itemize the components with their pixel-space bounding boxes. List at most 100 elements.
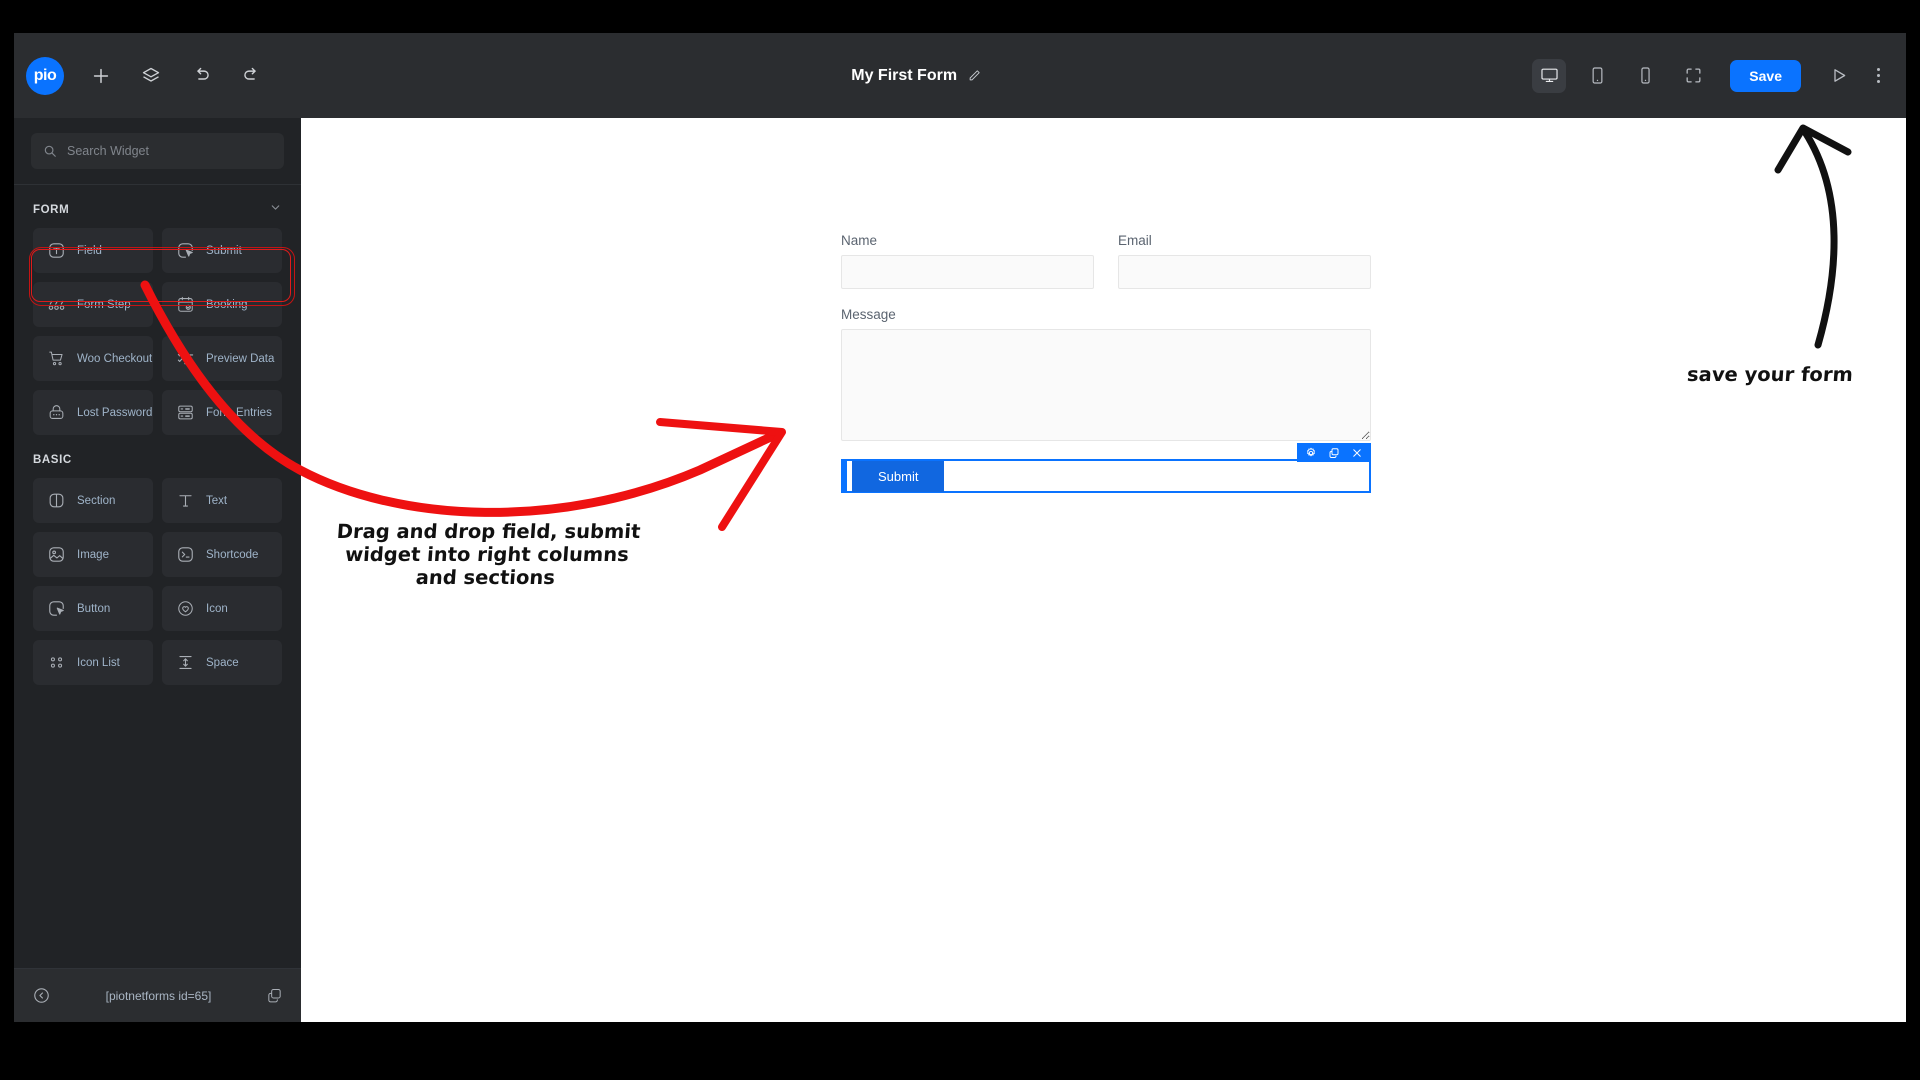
fullscreen-view-button[interactable] — [1676, 59, 1710, 93]
layers-icon[interactable] — [138, 63, 164, 89]
widget-woo-checkout[interactable]: Woo Checkout — [33, 336, 153, 381]
mobile-view-button[interactable] — [1628, 59, 1662, 93]
preview-play-icon[interactable] — [1821, 59, 1855, 93]
name-input[interactable] — [841, 255, 1094, 289]
icon-list-icon — [47, 653, 66, 672]
more-options-icon[interactable] — [1869, 68, 1888, 83]
app-window: pio My First Form Save Search Widget FOR… — [14, 33, 1906, 1022]
space-icon — [176, 653, 195, 672]
email-label: Email — [1118, 233, 1152, 248]
widget-text[interactable]: Text — [162, 478, 282, 523]
widget-icon-list[interactable]: Icon List — [33, 640, 153, 685]
widget-list: FORM Field Submit Form Step Booking Woo … — [14, 185, 301, 968]
form-spacer — [841, 289, 1371, 307]
form-canvas[interactable]: Name Email Message Submit — [301, 118, 1906, 1022]
category-header-form[interactable]: FORM — [14, 185, 301, 228]
widget-icon[interactable]: Icon — [162, 586, 282, 631]
text-icon — [176, 491, 195, 510]
toolbar-left-group: pio — [14, 56, 301, 95]
chevron-down-icon[interactable] — [269, 451, 282, 469]
element-toolbar — [1297, 443, 1371, 462]
form-shortcode: [piotnetforms id=65] — [105, 988, 212, 1003]
form-title-group: My First Form — [301, 67, 1532, 85]
submit-widget-selected[interactable]: Submit — [841, 443, 1371, 493]
button-cursor-icon — [47, 599, 66, 618]
heart-icon — [176, 599, 195, 618]
shortcode-icon — [176, 545, 195, 564]
widget-label: Form Step — [77, 298, 131, 311]
undo-icon[interactable] — [188, 63, 214, 89]
submit-cursor-icon — [176, 241, 195, 260]
widget-label: Submit — [206, 244, 242, 257]
lock-icon — [47, 403, 66, 422]
widget-shortcode[interactable]: Shortcode — [162, 532, 282, 577]
widget-label: Image — [77, 548, 109, 561]
widget-form-entries[interactable]: Form Entries — [162, 390, 282, 435]
form-step-icon — [47, 295, 66, 314]
app-logo[interactable]: pio — [26, 56, 64, 95]
sidebar-footer: [piotnetforms id=65] — [14, 968, 301, 1022]
message-label: Message — [841, 307, 896, 322]
desktop-view-button[interactable] — [1532, 58, 1567, 93]
image-icon — [47, 545, 66, 564]
widget-label: Field — [77, 244, 102, 257]
widget-label: Space — [206, 656, 239, 669]
database-icon — [176, 403, 195, 422]
email-input[interactable] — [1118, 255, 1371, 289]
widget-label: Icon List — [77, 656, 120, 669]
toolbar-right-group: Save — [1532, 58, 1906, 93]
name-label: Name — [841, 233, 878, 248]
edit-pencil-icon[interactable] — [967, 68, 982, 83]
collapse-panel-icon[interactable] — [32, 986, 51, 1005]
widget-label: Lost Password — [77, 406, 153, 419]
search-box[interactable] — [31, 133, 284, 169]
text-field-icon — [47, 241, 66, 260]
widget-form-step[interactable]: Form Step — [33, 282, 153, 327]
form-group-email: Email — [1118, 233, 1371, 289]
search-icon — [43, 144, 57, 158]
widget-label: Text — [206, 494, 228, 507]
settings-gear-icon[interactable] — [1305, 447, 1317, 459]
widget-booking[interactable]: Booking — [162, 282, 282, 327]
widget-label: Icon — [206, 602, 228, 615]
redo-icon[interactable] — [238, 63, 264, 89]
form-group-name: Name — [841, 233, 1094, 289]
checklist-icon — [176, 349, 195, 368]
category-title: FORM — [33, 204, 70, 216]
widget-label: Button — [77, 602, 111, 615]
category-header-basic[interactable]: BASIC — [14, 435, 301, 478]
widget-space[interactable]: Space — [162, 640, 282, 685]
add-icon[interactable] — [88, 63, 114, 89]
tablet-view-button[interactable] — [1580, 59, 1614, 93]
duplicate-icon[interactable] — [1328, 447, 1340, 459]
widget-section[interactable]: Section — [33, 478, 153, 523]
widget-button[interactable]: Button — [33, 586, 153, 631]
widget-grid-basic: Section Text Image Shortcode Button Icon… — [14, 478, 301, 685]
widget-label: Form Entries — [206, 406, 272, 419]
widget-field[interactable]: Field — [33, 228, 153, 273]
widget-sidebar: FORM Field Submit Form Step — [14, 118, 301, 1022]
submit-button[interactable]: Submit — [852, 460, 945, 492]
widget-label: Section — [77, 494, 116, 507]
duplicate-icon[interactable] — [266, 987, 283, 1004]
widget-submit[interactable]: Submit — [162, 228, 282, 273]
form-row-name-email: Name Email — [841, 233, 1371, 289]
cart-icon — [47, 349, 66, 368]
widget-label: Woo Checkout — [77, 352, 153, 365]
form-group-message: Message — [841, 307, 1371, 441]
widget-lost-password[interactable]: Lost Password — [33, 390, 153, 435]
save-button[interactable]: Save — [1730, 59, 1801, 92]
search-container — [14, 118, 301, 184]
page-title: My First Form — [851, 66, 958, 84]
widget-preview-data[interactable]: Preview Data — [162, 336, 282, 381]
chevron-down-icon[interactable] — [269, 201, 282, 219]
form-preview: Name Email Message Submit — [841, 233, 1371, 493]
message-textarea[interactable] — [841, 329, 1371, 441]
search-input[interactable] — [67, 144, 272, 158]
widget-image[interactable]: Image — [33, 532, 153, 577]
section-icon — [47, 491, 66, 510]
category-title: BASIC — [33, 454, 72, 466]
widget-label: Preview Data — [206, 352, 275, 365]
widget-label: Booking — [206, 298, 248, 311]
close-icon[interactable] — [1351, 447, 1363, 459]
